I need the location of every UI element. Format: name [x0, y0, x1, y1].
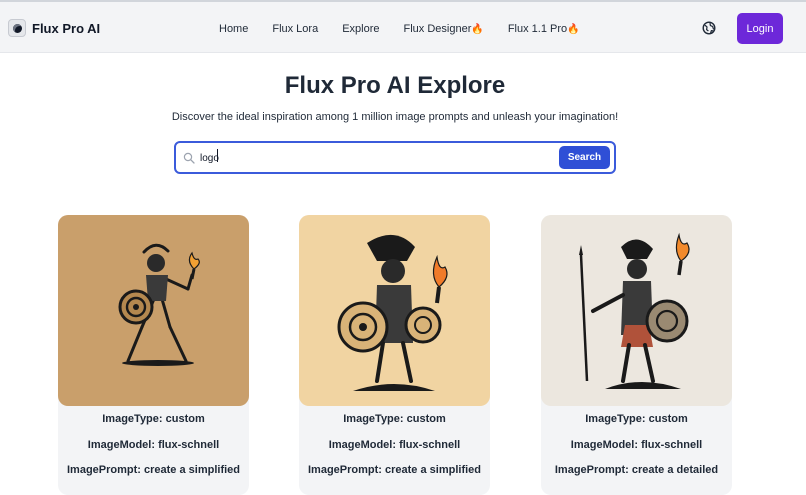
brand-name: Flux Pro AI: [32, 20, 101, 36]
card-image[interactable]: [299, 215, 490, 406]
spartan-warrior-image: [299, 215, 490, 406]
text-caret: [217, 149, 218, 162]
language-globe-icon[interactable]: [702, 21, 716, 35]
search-bar: Search: [174, 141, 616, 174]
nav-flux-1-1-pro[interactable]: Flux 1.1 Pro🔥: [508, 23, 580, 35]
nav-flux-designer[interactable]: Flux Designer🔥: [404, 23, 484, 35]
image-card[interactable]: ImageType: custom ImageModel: flux-schne…: [299, 215, 490, 495]
fire-icon: 🔥: [471, 24, 484, 35]
card-image-type: ImageType: custom: [102, 413, 205, 425]
card-image[interactable]: [58, 215, 249, 406]
card-image-type: ImageType: custom: [585, 413, 688, 425]
spartan-warrior-image: [58, 215, 249, 406]
fire-icon: 🔥: [567, 24, 580, 35]
card-image-model: ImageModel: flux-schnell: [87, 439, 220, 451]
flux-logo-icon: [8, 19, 26, 37]
search-icon: [183, 152, 195, 164]
search-input[interactable]: [200, 150, 500, 166]
card-image-prompt: ImagePrompt: create a simplified: [308, 464, 481, 476]
card-image-prompt: ImagePrompt: create a simplified: [67, 464, 240, 476]
image-card[interactable]: ImageType: custom ImageModel: flux-schne…: [541, 215, 732, 495]
page-subtitle: Discover the ideal inspiration among 1 m…: [171, 111, 619, 123]
search-button[interactable]: Search: [559, 146, 610, 169]
nav-explore[interactable]: Explore: [342, 23, 379, 35]
nav-flux-lora[interactable]: Flux Lora: [272, 23, 318, 35]
card-image-model: ImageModel: flux-schnell: [570, 439, 703, 451]
card-image[interactable]: [541, 215, 732, 406]
card-image-model: ImageModel: flux-schnell: [328, 439, 461, 451]
page-title: Flux Pro AI Explore: [284, 72, 506, 99]
brand[interactable]: Flux Pro AI: [8, 18, 100, 38]
card-image-type: ImageType: custom: [343, 413, 446, 425]
nav-home[interactable]: Home: [219, 23, 248, 35]
login-button[interactable]: Login: [737, 13, 783, 44]
card-image-prompt: ImagePrompt: create a detailed: [554, 464, 719, 476]
main-nav: Home Flux Lora Explore Flux Designer🔥 Fl…: [219, 21, 604, 37]
image-card[interactable]: ImageType: custom ImageModel: flux-schne…: [58, 215, 249, 495]
top-navbar: Flux Pro AI Home Flux Lora Explore Flux …: [0, 2, 806, 53]
spartan-warrior-image: [541, 215, 732, 406]
